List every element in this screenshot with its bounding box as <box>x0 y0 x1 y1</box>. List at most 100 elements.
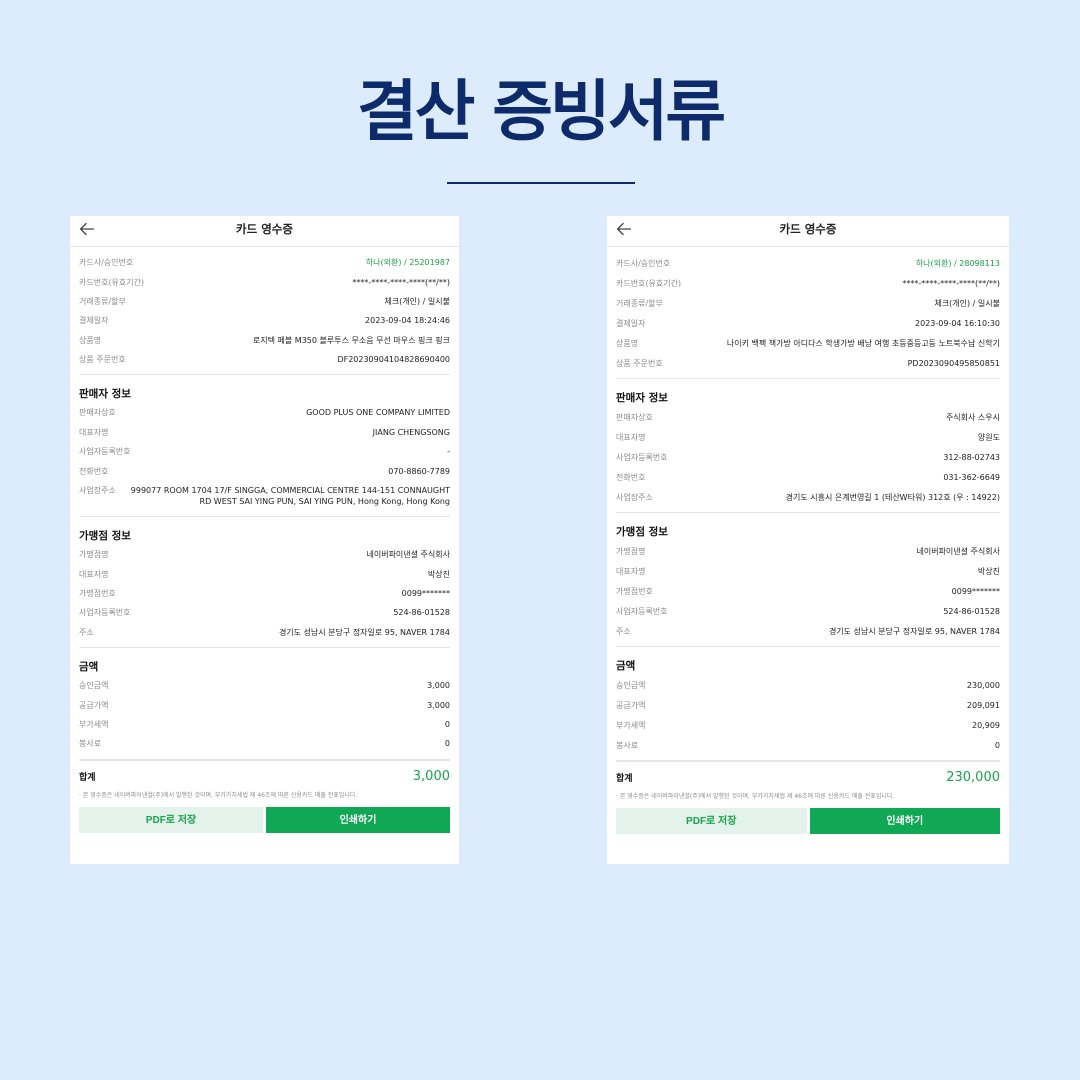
info-label: 가맹점번호 <box>79 589 116 599</box>
info-value: ****-****-****-****(**/**) <box>352 277 450 287</box>
info-label: 카드사/승인번호 <box>79 258 134 268</box>
info-row: 가맹점번호 0099******* <box>79 584 450 603</box>
info-row: 대표자명 박상진 <box>79 565 450 584</box>
info-label: 주소 <box>616 626 631 636</box>
info-value: 0 <box>444 739 450 749</box>
info-value: 0099******* <box>951 586 1000 596</box>
info-value: 하나(외환) / 25201987 <box>365 258 450 268</box>
info-row: 상품명 나이키 백팩 책가방 아디다스 학생가방 배낭 여행 초등중등고등 노트북… <box>616 333 1000 353</box>
section-title: 금액 <box>616 660 636 672</box>
info-value: 로지텍 페블 M350 블루투스 무소음 무선 마우스 핑크 핑크 <box>252 335 450 345</box>
info-row: 봉사료 0 <box>616 735 1000 755</box>
seller-section: 판매자 정보판매자상호 주식회사 스우시대표자명 양원도사업자등록번호 312-88-… <box>616 379 1000 513</box>
info-row: 사업자등록번호 312-88-02743 <box>616 447 1000 467</box>
page-title: 결산 증빙서류 <box>356 73 726 150</box>
save-pdf-button[interactable]: PDF로 저장 <box>616 808 807 834</box>
info-row: 사업자등록번호 524-86-01528 <box>616 601 1000 621</box>
info-value: 0099******* <box>401 589 450 599</box>
section-title: 가맹점 정보 <box>616 526 668 538</box>
info-value: 박상진 <box>977 566 1000 576</box>
total-value: 3,000 <box>412 768 450 784</box>
info-label: 대표자명 <box>79 569 109 579</box>
receipt-notice: · 본 영수증은 네이버파이낸셜(주)에서 발행된 것이며, 부가가치세법 제 … <box>616 793 895 800</box>
action-buttons: PDF로 저장 인쇄하기 <box>79 806 450 833</box>
info-row: 카드사/승인번호 하나(외환) / 25201987 <box>79 253 450 272</box>
info-row: 가맹점명 네이버파이낸셜 주식회사 <box>79 545 450 564</box>
info-row: 공급가액 209,091 <box>616 695 1000 715</box>
print-button[interactable]: 인쇄하기 <box>266 806 450 833</box>
info-row: 판매자상호 GOOD PLUS ONE COMPANY LIMITED <box>79 403 450 422</box>
info-value: GOOD PLUS ONE COMPANY LIMITED <box>306 408 450 418</box>
info-row: 거래종류/할부 체크(개인) / 일시불 <box>616 293 1000 313</box>
info-value: 524-86-01528 <box>943 606 1000 616</box>
info-value: 경기도 성남시 분당구 정자일로 95, NAVER 1784 <box>278 627 450 637</box>
info-row: 판매자상호 주식회사 스우시 <box>616 407 1000 427</box>
info-value: 체크(개인) / 일시불 <box>934 298 1000 308</box>
info-label: 가맹점명 <box>79 550 109 560</box>
info-value: 031-362-6649 <box>943 472 1000 482</box>
info-value: 0 <box>994 740 1000 750</box>
info-label: 사업장주소 <box>79 485 116 495</box>
info-row: 가맹점명 네이버파이낸셜 주식회사 <box>616 541 1000 561</box>
info-value: 524-86-01528 <box>393 608 450 618</box>
receipt-notice: · 본 영수증은 네이버파이낸셜(주)에서 발행된 것이며, 부가가치세법 제 … <box>79 791 358 799</box>
info-value: PD2023090495850851 <box>907 358 1000 368</box>
info-label: 카드사/승인번호 <box>616 258 671 268</box>
total-row: 합계 230,000 <box>616 761 1000 789</box>
info-label: 상품명 <box>616 338 639 348</box>
info-value: 230,000 <box>966 680 1000 690</box>
info-row: 상품 주문번호 PD2023090495850851 <box>616 353 1000 373</box>
info-value: JIANG CHENGSONG <box>372 427 450 437</box>
payment-section: 카드사/승인번호 하나(외환) / 28098113 카드번호(유효기간) ****-… <box>616 247 1000 379</box>
payment-section: 카드사/승인번호 하나(외환) / 25201987 카드번호(유효기간) ****-… <box>79 247 450 376</box>
info-label: 결제일자 <box>616 318 646 328</box>
amount-section: 금액승인금액 230,000 공급가액 209,091 부가세액 20,909 봉사료 0 <box>616 647 1000 761</box>
info-label: 상품 주문번호 <box>79 355 126 365</box>
info-value: 주식회사 스우시 <box>945 412 1000 422</box>
info-row: 카드사/승인번호 하나(외환) / 28098113 <box>616 253 1000 273</box>
info-label: 부가세액 <box>616 720 646 730</box>
info-value: 3,000 <box>427 681 450 691</box>
title-divider <box>447 182 635 184</box>
info-label: 사업자등록번호 <box>79 608 131 618</box>
section-title: 판매자 정보 <box>616 392 668 404</box>
info-label: 주소 <box>79 627 94 637</box>
info-label: 사업장주소 <box>616 492 653 502</box>
info-label: 승인금액 <box>616 680 646 690</box>
info-row: 사업자등록번호 - <box>79 442 450 461</box>
info-value: 경기도 성남시 분당구 정자일로 95, NAVER 1784 <box>828 626 1000 636</box>
info-label: 사업자등록번호 <box>616 452 668 462</box>
print-button[interactable]: 인쇄하기 <box>809 808 1000 834</box>
save-pdf-button[interactable]: PDF로 저장 <box>79 806 263 833</box>
info-row: 사업자등록번호 524-86-01528 <box>79 603 450 622</box>
info-label: 결제일자 <box>79 316 109 326</box>
merchant-section: 가맹점 정보 가맹점명 네이버파이낸셜 주식회사 대표자명 박상진 가맹점번호 0099**… <box>79 517 450 648</box>
seller-section: 판매자 정보판매자상호 GOOD PLUS ONE COMPANY LIMITED… <box>79 375 450 518</box>
info-row: 거래종류/할부 체크(개인) / 일시불 <box>79 292 450 311</box>
merchant-section: 가맹점 정보 가맹점명 네이버파이낸셜 주식회사 대표자명 박상진 가맹점번호 0099**… <box>616 513 1000 647</box>
info-row: 사업장주소 999077 ROOM 1704 17/F SINGGA, COMME… <box>79 481 450 511</box>
info-label: 봉사료 <box>616 740 639 750</box>
info-row: 주소 경기도 성남시 분당구 정자일로 95, NAVER 1784 <box>79 623 450 642</box>
section-title: 판매자 정보 <box>79 388 131 401</box>
info-row: 상품 주문번호 DF20230904104828690400 <box>79 350 450 369</box>
info-label: 거래종류/할부 <box>616 298 663 308</box>
info-label: 공급가액 <box>79 700 109 710</box>
info-value: 20,909 <box>972 720 1000 730</box>
info-value: ****-****-****-****(**/**) <box>902 278 1000 288</box>
info-row: 가맹점번호 0099******* <box>616 581 1000 601</box>
info-label: 사업자등록번호 <box>616 606 668 616</box>
info-label: 부가세액 <box>79 719 109 729</box>
info-value: 나이키 백팩 책가방 아디다스 학생가방 배낭 여행 초등중등고등 노트북수납 … <box>726 338 1000 348</box>
info-label: 판매자상호 <box>616 412 653 422</box>
info-row: 봉사료 0 <box>79 734 450 753</box>
info-value: 2023-09-04 16:10:30 <box>915 318 1000 328</box>
info-row: 주소 경기도 성남시 분당구 정자일로 95, NAVER 1784 <box>616 621 1000 641</box>
info-label: 승인금액 <box>79 681 109 691</box>
total-label: 합계 <box>616 774 633 784</box>
receipt-header: 카드 영수증 <box>607 216 1009 247</box>
info-value: 312-88-02743 <box>943 452 1000 462</box>
receipt-title: 카드 영수증 <box>779 222 837 236</box>
info-row: 대표자명 양원도 <box>616 427 1000 447</box>
receipt-card-left: 카드 영수증 카드사/승인번호 하나(외환) / 25201987 카드번호(유효기간… <box>70 216 459 864</box>
